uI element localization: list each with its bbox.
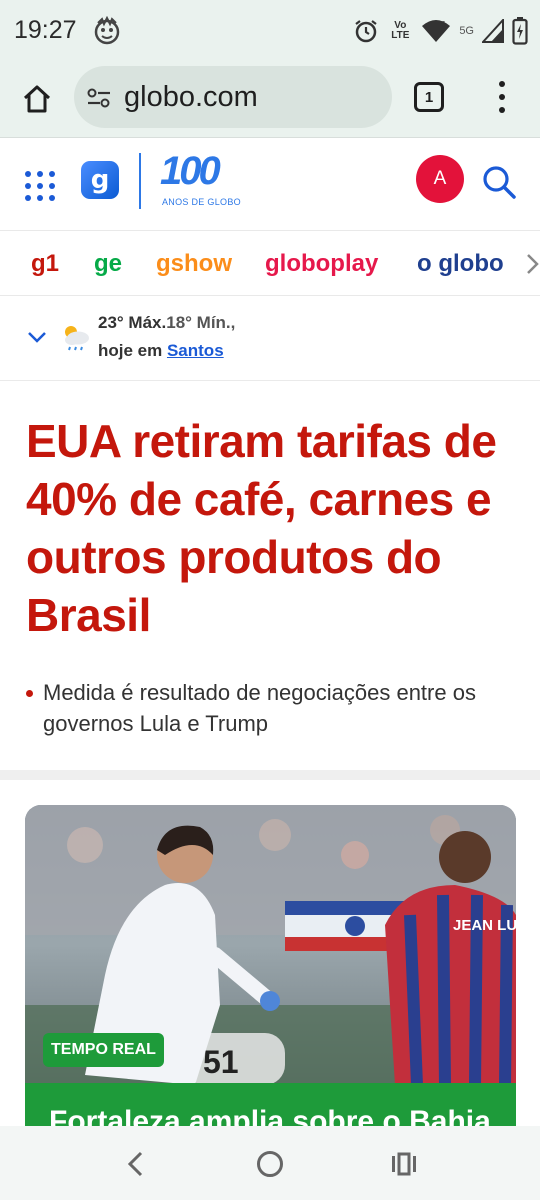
header-divider [139, 153, 141, 209]
nav-link-globoplay[interactable]: globoplay [265, 250, 378, 278]
globo-g-logo[interactable]: g [81, 161, 119, 199]
weather-temperatures: 23° Máx.18° Mín., [98, 313, 235, 333]
wifi-icon: 6 [422, 20, 451, 42]
tabs-icon[interactable]: 1 [414, 82, 444, 112]
svg-text:51: 51 [203, 1044, 239, 1080]
weather-min: 18° Mín., [166, 313, 236, 332]
svg-text:JEAN LU: JEAN LU [453, 917, 516, 934]
weather-today-prefix: hoje em [98, 341, 167, 360]
network-type: 5G [459, 25, 474, 37]
alarm-icon [355, 20, 377, 43]
anniversary-logo[interactable]: 100 [160, 149, 221, 194]
chevron-down-icon[interactable] [26, 329, 48, 345]
status-time: 19:27 [14, 16, 77, 44]
svg-text:6: 6 [441, 20, 446, 29]
face-notification-icon [94, 16, 120, 45]
nav-link-oglobo[interactable]: o globo [417, 250, 504, 278]
live-badge: TEMPO REAL [43, 1033, 164, 1067]
nav-link-ge[interactable]: ge [94, 250, 122, 278]
apps-grid-icon[interactable] [25, 171, 55, 201]
weather-location: hoje em Santos [98, 341, 224, 361]
nav-link-g1[interactable]: g1 [31, 250, 59, 278]
weather-widget: 23° Máx.18° Mín., hoje em Santos [0, 297, 540, 381]
bullet-dot [26, 690, 33, 697]
user-avatar[interactable]: A [416, 155, 464, 203]
recent-apps-icon[interactable] [390, 1152, 418, 1176]
browser-home-button[interactable] [18, 80, 56, 118]
address-bar[interactable]: globo.com [74, 66, 392, 128]
headline-bullet[interactable]: Medida é resultado de negociações entre … [26, 677, 526, 739]
news-card[interactable]: 51 JEAN LU TEMPO REAL Fortaleza amplia s… [25, 805, 516, 1135]
back-icon[interactable] [124, 1150, 148, 1178]
site-header: g 100 ANOS DE GLOBO A [0, 139, 540, 231]
status-bar: 19:27 Vo LTE 6 5G [0, 0, 540, 62]
section-separator [0, 770, 540, 780]
battery-icon [512, 17, 528, 45]
brand-nav: g1 ge gshow globoplay o globo [0, 232, 540, 296]
signal-icon [482, 19, 504, 43]
bullet-text[interactable]: Medida é resultado de negociações entre … [43, 677, 526, 739]
weather-city-link[interactable]: Santos [167, 341, 224, 360]
nav-link-gshow[interactable]: gshow [156, 250, 232, 278]
system-nav-bar [0, 1126, 540, 1200]
weather-max: 23° Máx. [98, 313, 167, 332]
anniversary-subtitle: ANOS DE GLOBO [162, 197, 241, 207]
search-icon[interactable] [480, 163, 518, 201]
volte-icon: Vo LTE [391, 20, 410, 41]
cloud-rain-sun-icon [65, 326, 89, 351]
chevron-right-icon[interactable] [524, 252, 540, 276]
home-icon [23, 85, 51, 113]
home-circle-icon[interactable] [257, 1151, 283, 1177]
url-text[interactable]: globo.com [124, 81, 258, 114]
main-headline[interactable]: EUA retiram tarifas de 40% de café, carn… [26, 412, 522, 644]
browser-toolbar: globo.com 1 [0, 62, 540, 138]
more-vert-icon[interactable] [492, 78, 512, 116]
site-settings-icon[interactable] [86, 87, 112, 109]
